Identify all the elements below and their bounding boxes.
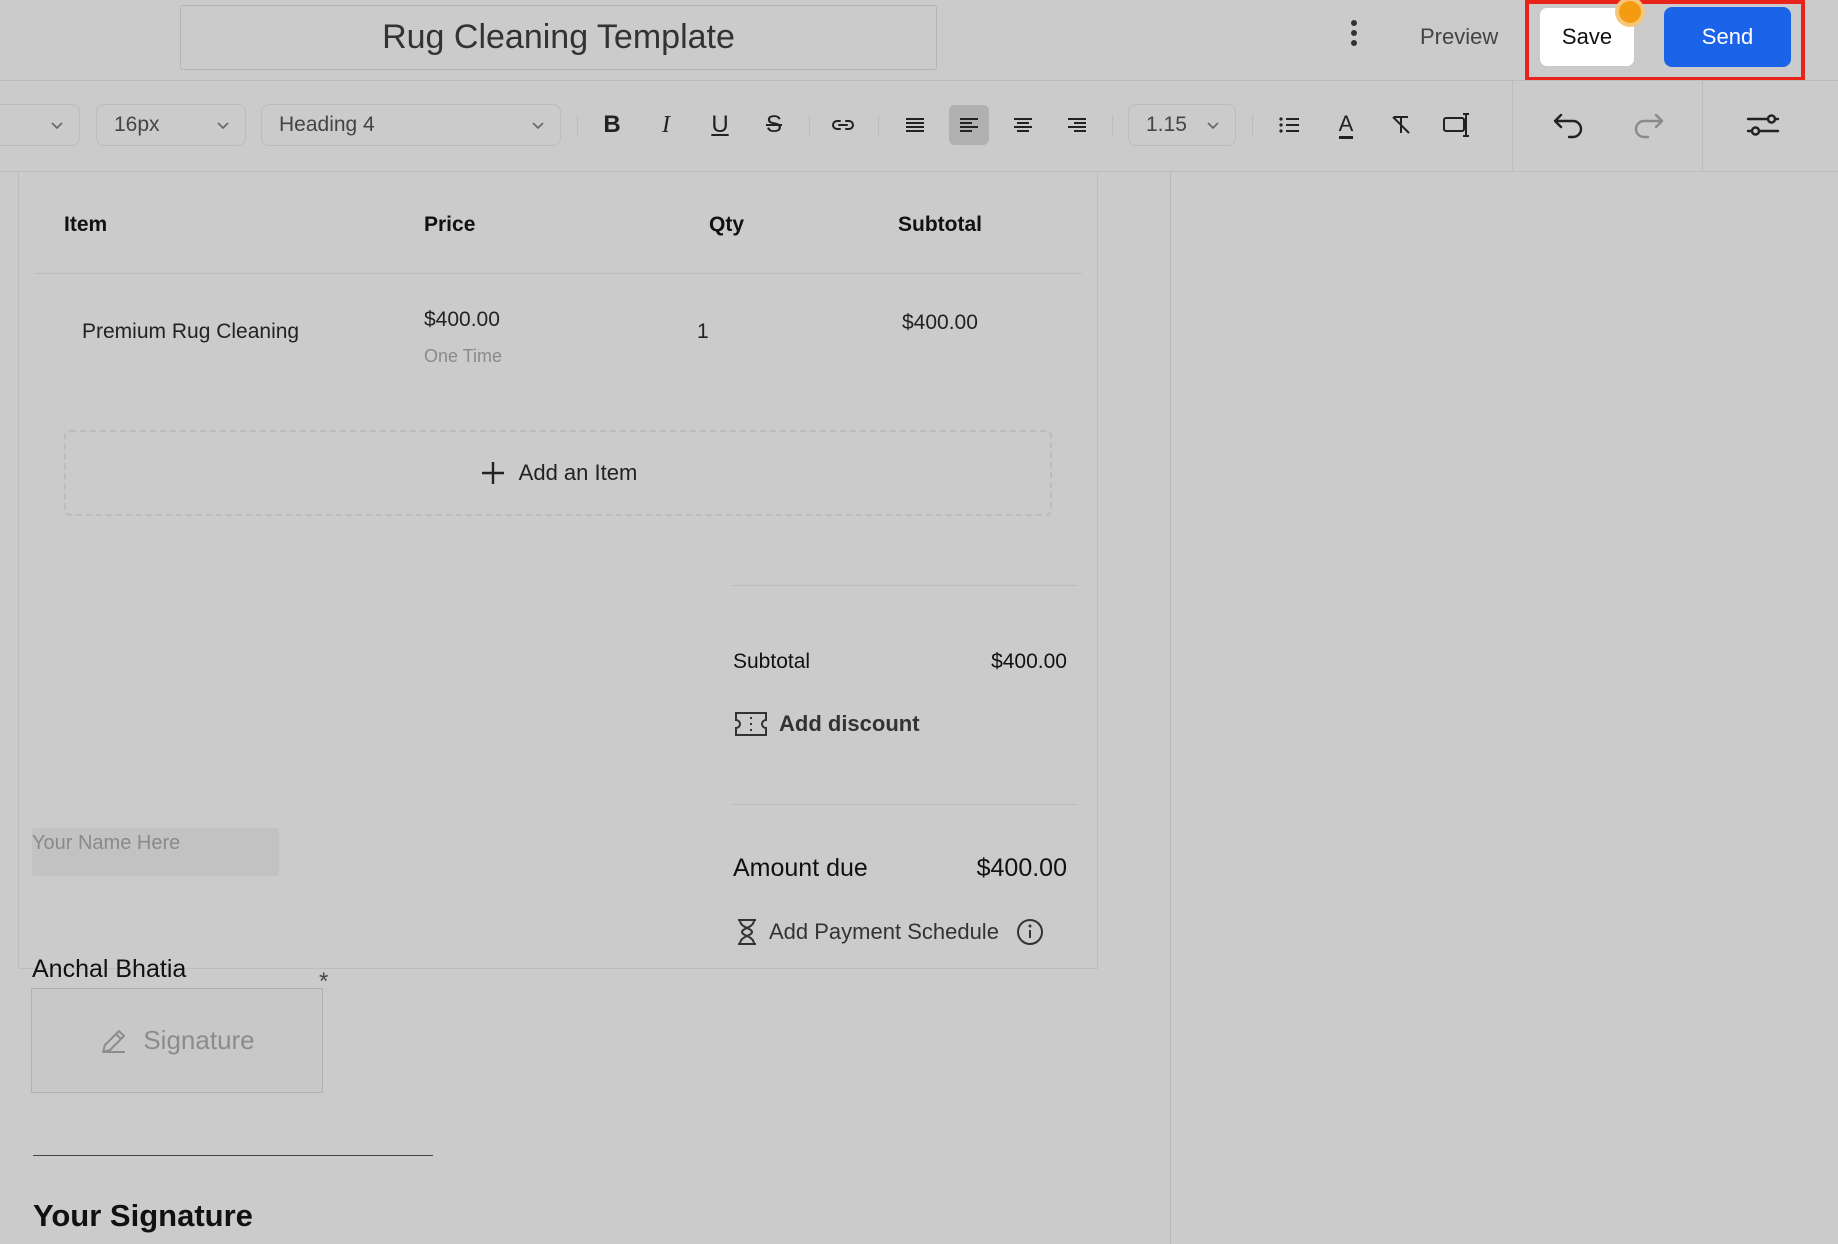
toolbar-divider <box>878 115 879 137</box>
item-price[interactable]: $400.00 <box>424 308 500 332</box>
coupon-icon <box>735 712 767 736</box>
chevron-down-icon <box>217 122 229 130</box>
add-item-button[interactable]: Add an Item <box>64 430 1052 516</box>
font-size-value: 16px <box>114 113 160 136</box>
line-height-value: 1.15 <box>1146 113 1187 136</box>
align-left-button[interactable] <box>949 105 989 145</box>
amount-due-value: $400.00 <box>976 854 1067 882</box>
text-color-button[interactable]: A <box>1326 105 1366 145</box>
add-discount-button[interactable]: Add discount <box>733 709 920 739</box>
block-style-value: Heading 4 <box>279 113 375 136</box>
strikethrough-icon: S <box>765 111 782 138</box>
align-center-button[interactable] <box>1003 105 1043 145</box>
toolbar-divider <box>577 115 578 137</box>
align-right-icon <box>1068 118 1086 132</box>
hourglass-icon <box>738 919 756 945</box>
toolbar-divider <box>1702 81 1703 171</box>
pen-icon <box>102 1029 126 1053</box>
document-title[interactable]: Rug Cleaning Template <box>180 5 937 70</box>
undo-button[interactable] <box>1547 105 1591 145</box>
insert-field-icon <box>1443 113 1469 137</box>
column-header-qty: Qty <box>709 213 745 236</box>
chevron-down-icon <box>51 122 63 130</box>
add-discount-label: Add discount <box>779 711 920 736</box>
insert-field-button[interactable] <box>1437 105 1477 145</box>
unsaved-indicator-dot <box>1619 1 1641 23</box>
bold-button[interactable]: B <box>592 105 632 145</box>
align-justify-icon <box>906 118 924 132</box>
subtotal-value: $400.00 <box>991 650 1067 673</box>
toolbar-divider <box>1512 81 1513 171</box>
add-payment-schedule-button[interactable]: Add Payment Schedule <box>735 917 1045 947</box>
link-icon <box>832 120 854 130</box>
toolbar-divider <box>1112 115 1113 137</box>
align-right-button[interactable] <box>1057 105 1097 145</box>
font-size-select[interactable]: 16px <box>96 104 246 146</box>
summary-divider <box>732 585 1078 586</box>
subtotal-label: Subtotal <box>733 650 811 673</box>
redo-icon <box>1634 113 1664 139</box>
item-name[interactable]: Premium Rug Cleaning <box>82 320 299 344</box>
align-justify-button[interactable] <box>895 105 935 145</box>
bold-icon: B <box>603 111 621 138</box>
add-payment-schedule-label: Add Payment Schedule <box>769 919 999 944</box>
signature-line <box>33 1155 433 1156</box>
chevron-down-icon <box>1207 122 1219 130</box>
align-left-icon <box>960 118 978 132</box>
plus-icon <box>481 462 504 484</box>
signature-label: Signature <box>143 1025 255 1055</box>
clear-formatting-button[interactable] <box>1381 105 1421 145</box>
underline-icon: U <box>711 111 729 138</box>
sliders-icon <box>1746 114 1780 136</box>
redo-button[interactable] <box>1626 105 1670 145</box>
align-center-icon <box>1014 118 1032 132</box>
item-qty[interactable]: 1 <box>697 320 709 344</box>
font-family-select[interactable] <box>0 104 80 146</box>
add-item-label: Add an Item <box>518 460 638 485</box>
bullet-list-button[interactable] <box>1269 105 1309 145</box>
name-field[interactable]: Your Name Here <box>32 828 279 876</box>
column-header-subtotal: Subtotal <box>898 213 982 236</box>
your-signature-heading: Your Signature <box>33 1198 253 1233</box>
item-subtotal: $400.00 <box>902 311 978 334</box>
table-header-divider <box>34 273 1082 274</box>
clear-formatting-icon <box>1392 116 1410 134</box>
undo-icon <box>1553 113 1583 139</box>
block-style-select[interactable]: Heading 4 <box>261 104 561 146</box>
summary-divider <box>732 804 1078 805</box>
bullet-list-icon <box>1279 117 1299 133</box>
item-frequency: One Time <box>424 346 503 366</box>
chevron-down-icon <box>532 122 544 130</box>
document-edge <box>1170 172 1171 1244</box>
link-button[interactable] <box>823 105 863 145</box>
underline-button[interactable]: U <box>700 105 740 145</box>
strikethrough-button[interactable]: S <box>754 105 794 145</box>
header-divider <box>0 80 1838 81</box>
text-color-icon: A <box>1338 111 1354 139</box>
column-header-price: Price <box>424 213 476 236</box>
settings-button[interactable] <box>1741 105 1785 145</box>
preview-button[interactable]: Preview <box>1420 24 1498 50</box>
line-height-select[interactable]: 1.15 <box>1128 104 1236 146</box>
italic-button[interactable]: I <box>646 105 686 145</box>
toolbar-divider <box>809 115 810 137</box>
more-options-icon[interactable] <box>1343 20 1365 54</box>
info-icon[interactable] <box>1015 917 1045 947</box>
column-header-item: Item <box>64 213 108 236</box>
amount-due-label: Amount due <box>733 854 868 882</box>
signer-name: Anchal Bhatia <box>32 955 187 983</box>
send-button[interactable]: Send <box>1664 7 1791 67</box>
signature-field[interactable]: Signature <box>31 988 323 1093</box>
toolbar-divider <box>1252 115 1253 137</box>
italic-icon: I <box>662 111 670 138</box>
